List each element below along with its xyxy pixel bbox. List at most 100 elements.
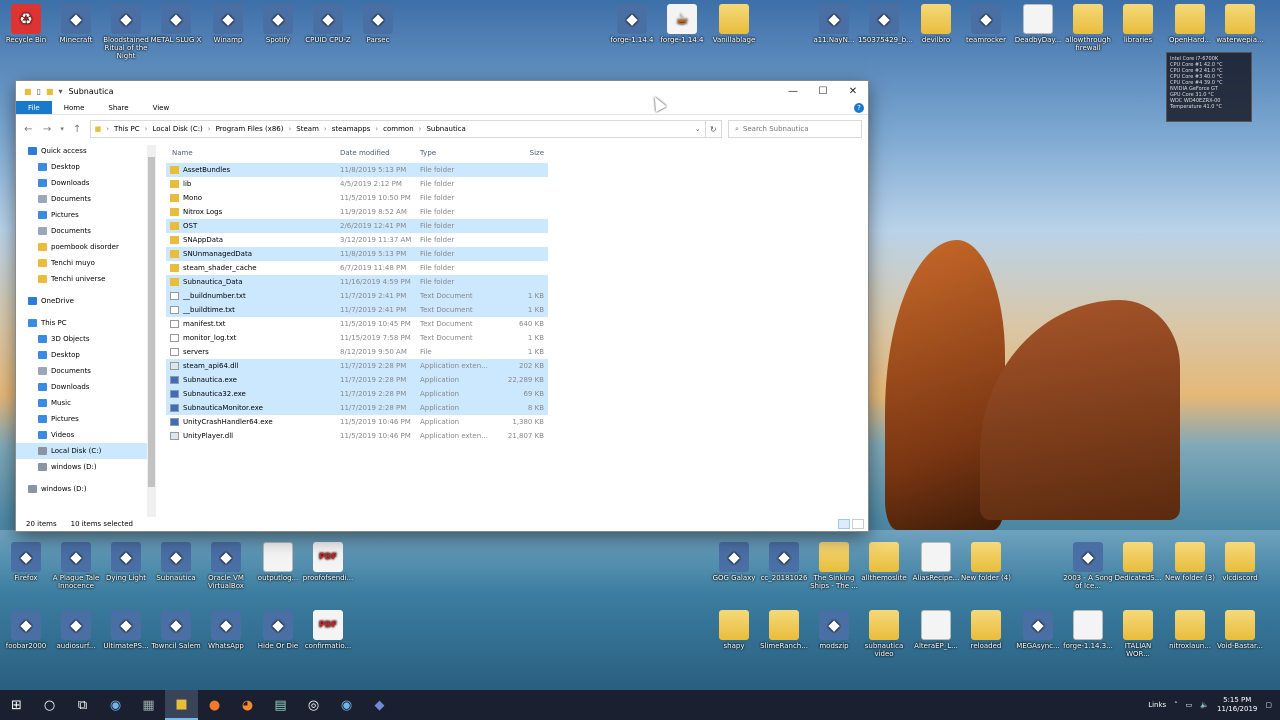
desktop-icon[interactable]: PDF proofofsendi... bbox=[302, 542, 354, 582]
tab-home[interactable]: Home bbox=[52, 101, 97, 114]
desktop-icon[interactable]: ◆ a11.NayN... bbox=[808, 4, 860, 44]
desktop-icon[interactable]: ◆ modszip bbox=[808, 610, 860, 650]
file-row[interactable]: __buildnumber.txt 11/7/2019 2:41 PM Text D… bbox=[166, 289, 548, 303]
title-bar[interactable]: ■ ▯ ■ ▾ Subnautica — ☐ ✕ bbox=[16, 81, 868, 101]
breadcrumb-separator-icon[interactable]: › bbox=[106, 125, 109, 133]
scrollbar-thumb[interactable] bbox=[148, 157, 155, 487]
back-arrow-icon[interactable]: ← bbox=[22, 124, 35, 135]
column-header-name[interactable]: Name bbox=[166, 149, 340, 157]
nav-item[interactable]: Pictures✱ bbox=[16, 207, 156, 223]
tab-view[interactable]: View bbox=[141, 101, 182, 114]
details-view-button[interactable] bbox=[838, 519, 850, 529]
address-dropdown-icon[interactable]: ⌄ bbox=[695, 125, 701, 133]
nav-item[interactable]: Desktop bbox=[16, 347, 156, 363]
desktop-icon[interactable]: ☕ forge-1.14.4 bbox=[656, 4, 708, 44]
forward-arrow-icon[interactable]: → bbox=[41, 124, 54, 135]
firefox-icon[interactable]: ◕ bbox=[231, 690, 264, 720]
column-header-size[interactable]: Size bbox=[500, 149, 548, 157]
breadcrumb-separator-icon[interactable]: › bbox=[208, 125, 211, 133]
desktop-icon[interactable]: Void-Bastar... bbox=[1214, 610, 1266, 650]
nav-item[interactable]: Tenchi muyo bbox=[16, 255, 156, 271]
nav-item[interactable]: Pictures bbox=[16, 411, 156, 427]
desktop-icon[interactable]: ◆ UltimatePS... bbox=[100, 610, 152, 650]
file-row[interactable]: SNAppData 3/12/2019 11:37 AM File folder bbox=[166, 233, 866, 247]
breadcrumb-item[interactable]: Subnautica bbox=[426, 125, 465, 133]
close-button[interactable]: ✕ bbox=[838, 81, 868, 101]
maximize-button[interactable]: ☐ bbox=[808, 81, 838, 101]
desktop-icon[interactable]: The Sinking Ships - The ... bbox=[808, 542, 860, 590]
nav-item[interactable]: Videos bbox=[16, 427, 156, 443]
desktop-icon[interactable]: ◆ forge-1.14.4 bbox=[606, 4, 658, 44]
breadcrumb-separator-icon[interactable]: › bbox=[288, 125, 291, 133]
nav-item[interactable]: Documents bbox=[16, 223, 156, 239]
desktop-icon[interactable]: ◆ cc_20181026 bbox=[758, 542, 810, 582]
obs-icon[interactable]: ◎ bbox=[297, 690, 330, 720]
file-row[interactable]: UnityCrashHandler64.exe 11/5/2019 10:46 P… bbox=[166, 415, 866, 429]
file-row[interactable]: monitor_log.txt 11/15/2019 7:58 PM Text Do… bbox=[166, 331, 866, 345]
breadcrumb-item[interactable]: common bbox=[383, 125, 414, 133]
desktop-icon[interactable]: SlimeRanch... bbox=[758, 610, 810, 650]
desktop-icon[interactable]: Vanillablage bbox=[708, 4, 760, 44]
desktop-icon[interactable]: devilbro bbox=[910, 4, 962, 44]
links-toolbar[interactable]: Links bbox=[1148, 701, 1166, 709]
desktop-icon[interactable]: forge-1.14.3... bbox=[1062, 610, 1114, 650]
desktop-icon[interactable]: allowthrough firewall bbox=[1062, 4, 1114, 52]
file-row[interactable]: OST 2/6/2019 12:41 PM File folder bbox=[166, 219, 548, 233]
file-row[interactable]: manifest.txt 11/5/2019 10:45 PM Text Docum… bbox=[166, 317, 866, 331]
breadcrumb-separator-icon[interactable]: › bbox=[324, 125, 327, 133]
file-row[interactable]: Nitrox Logs 11/9/2019 8:52 AM File folder bbox=[166, 205, 866, 219]
breadcrumb-separator-icon[interactable]: › bbox=[145, 125, 148, 133]
properties-icon[interactable]: ▯ bbox=[37, 87, 41, 96]
nav-item[interactable]: Music bbox=[16, 395, 156, 411]
notification-icon[interactable]: ▢ bbox=[1265, 701, 1272, 709]
large-icons-view-button[interactable] bbox=[852, 519, 864, 529]
steam-pinned-icon[interactable]: ◉ bbox=[330, 690, 363, 720]
steam-icon[interactable]: ◉ bbox=[99, 690, 132, 720]
desktop-icon[interactable]: PDF confirmatio... bbox=[302, 610, 354, 650]
desktop-icon[interactable]: ◆ MEGAsync... bbox=[1012, 610, 1064, 650]
task-view-icon[interactable]: ⧉ bbox=[66, 690, 99, 720]
nav-item[interactable]: Downloads✱ bbox=[16, 175, 156, 191]
file-row[interactable]: Subnautica_Data 11/16/2019 4:59 PM File fo… bbox=[166, 275, 548, 289]
file-row[interactable]: steam_api64.dll 11/7/2019 2:28 PM Applicat… bbox=[166, 359, 548, 373]
desktop-icon[interactable]: ◆ Spotify bbox=[252, 4, 304, 44]
address-bar[interactable]: ■ › This PC › Local Disk (C:) › Program Files… bbox=[89, 120, 706, 138]
desktop-icon[interactable]: libraries bbox=[1112, 4, 1164, 44]
minimize-button[interactable]: — bbox=[778, 81, 808, 101]
notepad-icon[interactable]: ▤ bbox=[264, 690, 297, 720]
desktop-icon[interactable]: shapy bbox=[708, 610, 760, 650]
nav-item[interactable]: Tenchi universe bbox=[16, 271, 156, 287]
desktop-icon[interactable]: vlcdiscord bbox=[1214, 542, 1266, 582]
desktop-icon[interactable]: New folder (3) bbox=[1164, 542, 1216, 582]
desktop-icon[interactable]: ◆ CPUID CPU-Z bbox=[302, 4, 354, 44]
up-arrow-icon[interactable]: ↑ bbox=[71, 124, 84, 135]
file-row[interactable]: lib 4/5/2019 2:12 PM File folder bbox=[166, 177, 866, 191]
desktop-icon[interactable]: ◆ Firefox bbox=[0, 542, 52, 582]
nav-item[interactable]: Quick access bbox=[16, 143, 156, 159]
desktop-icon[interactable]: ♻ Recycle Bin bbox=[0, 4, 52, 44]
desktop-icon[interactable]: ◆ GOG Galaxy bbox=[708, 542, 760, 582]
desktop-icon[interactable]: ◆ foobar2000 bbox=[0, 610, 52, 650]
nav-item[interactable]: OneDrive bbox=[16, 293, 156, 309]
file-row[interactable]: AssetBundles 11/8/2019 5:13 PM File folder bbox=[166, 163, 548, 177]
file-row[interactable]: Mono 11/5/2019 10:50 PM File folder bbox=[166, 191, 866, 205]
column-header-type[interactable]: Type bbox=[420, 149, 500, 157]
file-row[interactable]: servers 8/12/2019 9:50 AM File 1 KB bbox=[166, 345, 866, 359]
nav-item[interactable]: windows (D:) bbox=[16, 481, 156, 497]
desktop-icon[interactable]: ◆ Hide Or Die bbox=[252, 610, 304, 650]
desktop-icon[interactable]: ◆ A Plague Tale Innocence bbox=[50, 542, 102, 590]
file-row[interactable]: SNUnmanagedData 11/8/2019 5:13 PM File fol… bbox=[166, 247, 548, 261]
desktop-icon[interactable]: DedicatedS... bbox=[1112, 542, 1164, 582]
file-row[interactable]: SubnauticaMonitor.exe 11/7/2019 2:28 PM Ap… bbox=[166, 401, 548, 415]
start-button[interactable]: ⊞ bbox=[0, 690, 33, 720]
breadcrumb-item[interactable]: Steam bbox=[296, 125, 319, 133]
desktop-icon[interactable]: waterwepia... bbox=[1214, 4, 1266, 44]
breadcrumb-item[interactable]: This PC bbox=[114, 125, 140, 133]
nav-item[interactable]: 3D Objects bbox=[16, 331, 156, 347]
desktop-icon[interactable]: allthemoslite bbox=[858, 542, 910, 582]
desktop-icon[interactable]: AliasRecipe... bbox=[910, 542, 962, 582]
desktop-icon[interactable]: subnautica video bbox=[858, 610, 910, 658]
desktop-icon[interactable]: AlteraEP_L... bbox=[910, 610, 962, 650]
desktop-icon[interactable]: DeadbyDay... bbox=[1012, 4, 1064, 44]
column-header-date[interactable]: Date modified bbox=[340, 149, 420, 157]
